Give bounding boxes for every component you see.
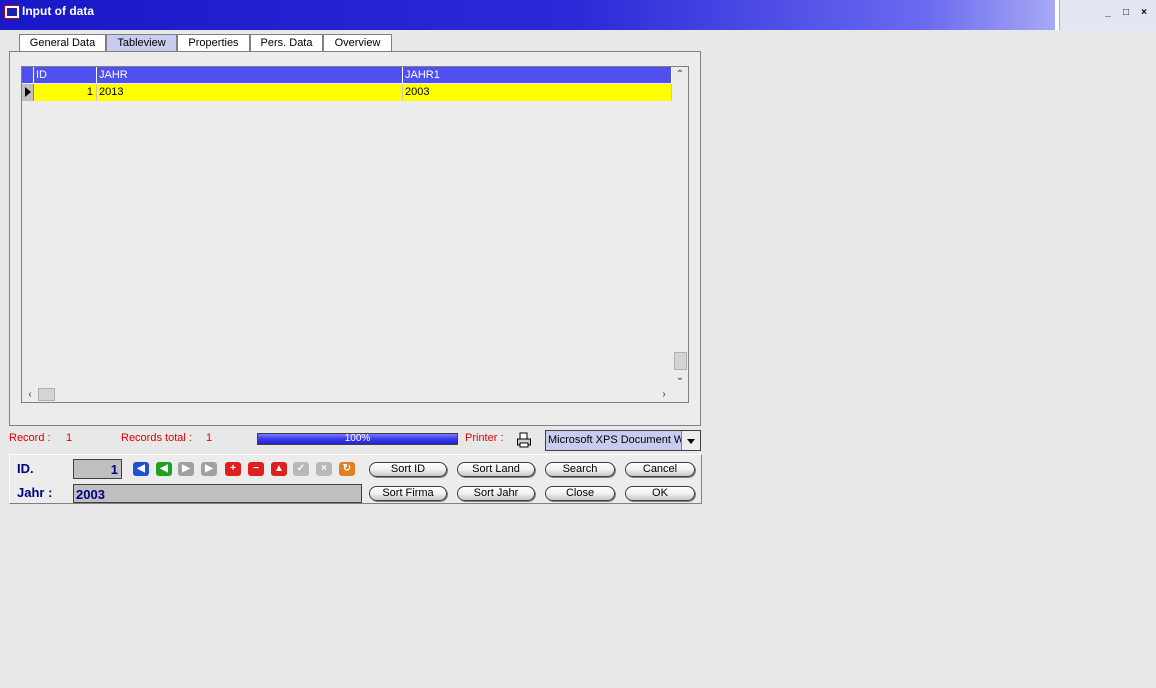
scroll-up-icon[interactable]: ⌃ bbox=[672, 68, 688, 82]
jahr-field[interactable]: 2003 bbox=[73, 484, 362, 503]
scroll-left-icon[interactable]: ‹ bbox=[22, 388, 38, 402]
data-grid[interactable] bbox=[21, 66, 689, 403]
tab-properties[interactable]: Properties bbox=[177, 34, 250, 51]
app-icon bbox=[4, 5, 20, 19]
printer-icon[interactable] bbox=[516, 432, 532, 448]
next-record-icon[interactable]: ▶ bbox=[178, 462, 194, 476]
refresh-icon[interactable]: ↻ bbox=[339, 462, 355, 476]
id-field[interactable]: 1 bbox=[73, 459, 122, 479]
table-cell-jahr1[interactable]: 2003 bbox=[403, 84, 672, 101]
printer-select[interactable]: Microsoft XPS Document W bbox=[545, 430, 701, 451]
prev-record-icon[interactable]: ◀ bbox=[156, 462, 172, 476]
scroll-down-icon[interactable]: ⌄ bbox=[672, 371, 688, 385]
tab-pers-data[interactable]: Pers. Data bbox=[250, 34, 323, 51]
record-label: Record : bbox=[9, 432, 51, 444]
column-header-jahr[interactable]: JAHR bbox=[97, 67, 403, 83]
post-record-icon[interactable]: ✓ bbox=[293, 462, 309, 476]
progress-bar: 100% bbox=[257, 433, 458, 445]
column-header-jahr1[interactable]: JAHR1 bbox=[403, 67, 672, 83]
close-button[interactable]: × bbox=[1136, 6, 1152, 20]
maximize-button[interactable]: □ bbox=[1118, 6, 1134, 20]
edit-record-icon[interactable]: ▲ bbox=[271, 462, 287, 476]
table-cell-jahr[interactable]: 2013 bbox=[97, 84, 403, 101]
records-total-value: 1 bbox=[206, 432, 213, 444]
records-total-label: Records total : bbox=[121, 432, 192, 444]
tab-tableview[interactable]: Tableview bbox=[106, 34, 177, 51]
sort-id-button[interactable]: Sort ID bbox=[369, 462, 447, 477]
ok-button[interactable]: OK bbox=[625, 486, 695, 501]
vertical-scrollbar[interactable] bbox=[672, 67, 688, 384]
window-title: Input of data bbox=[22, 4, 94, 18]
grid-corner bbox=[22, 67, 34, 83]
cancel-button[interactable]: Cancel bbox=[625, 462, 695, 477]
dropdown-arrow-icon[interactable] bbox=[681, 431, 700, 450]
jahr-label: Jahr : bbox=[17, 485, 53, 500]
tab-general-data[interactable]: General Data bbox=[19, 34, 106, 51]
horizontal-scrollbar[interactable] bbox=[22, 386, 672, 402]
insert-record-icon[interactable]: + bbox=[225, 462, 241, 476]
row-indicator-arrow-icon bbox=[22, 84, 34, 101]
search-button[interactable]: Search bbox=[545, 462, 615, 477]
cancel-edit-icon[interactable]: × bbox=[316, 462, 332, 476]
record-value: 1 bbox=[66, 432, 73, 444]
id-label: ID. bbox=[17, 461, 34, 476]
printer-select-value: Microsoft XPS Document W bbox=[548, 434, 685, 446]
caption-buttons: _ □ × bbox=[1060, 0, 1156, 30]
sort-jahr-button[interactable]: Sort Jahr bbox=[457, 486, 535, 501]
minimize-button[interactable]: _ bbox=[1100, 6, 1116, 20]
tab-overview[interactable]: Overview bbox=[323, 34, 392, 51]
title-separator bbox=[1055, 0, 1059, 30]
scroll-right-icon[interactable]: › bbox=[656, 388, 672, 402]
vertical-scroll-thumb[interactable] bbox=[674, 352, 687, 370]
sort-firma-button[interactable]: Sort Firma bbox=[369, 486, 447, 501]
first-record-icon[interactable]: ◀ bbox=[133, 462, 149, 476]
horizontal-scroll-thumb[interactable] bbox=[38, 388, 55, 401]
printer-label: Printer : bbox=[465, 432, 504, 444]
delete-record-icon[interactable]: − bbox=[248, 462, 264, 476]
table-cell-id[interactable]: 1 bbox=[34, 84, 97, 101]
title-bar: Input of data _ □ × bbox=[0, 0, 1156, 30]
sort-land-button[interactable]: Sort Land bbox=[457, 462, 535, 477]
close-form-button[interactable]: Close bbox=[545, 486, 615, 501]
last-record-icon[interactable]: ▶ bbox=[201, 462, 217, 476]
column-header-id[interactable]: ID bbox=[34, 67, 97, 83]
